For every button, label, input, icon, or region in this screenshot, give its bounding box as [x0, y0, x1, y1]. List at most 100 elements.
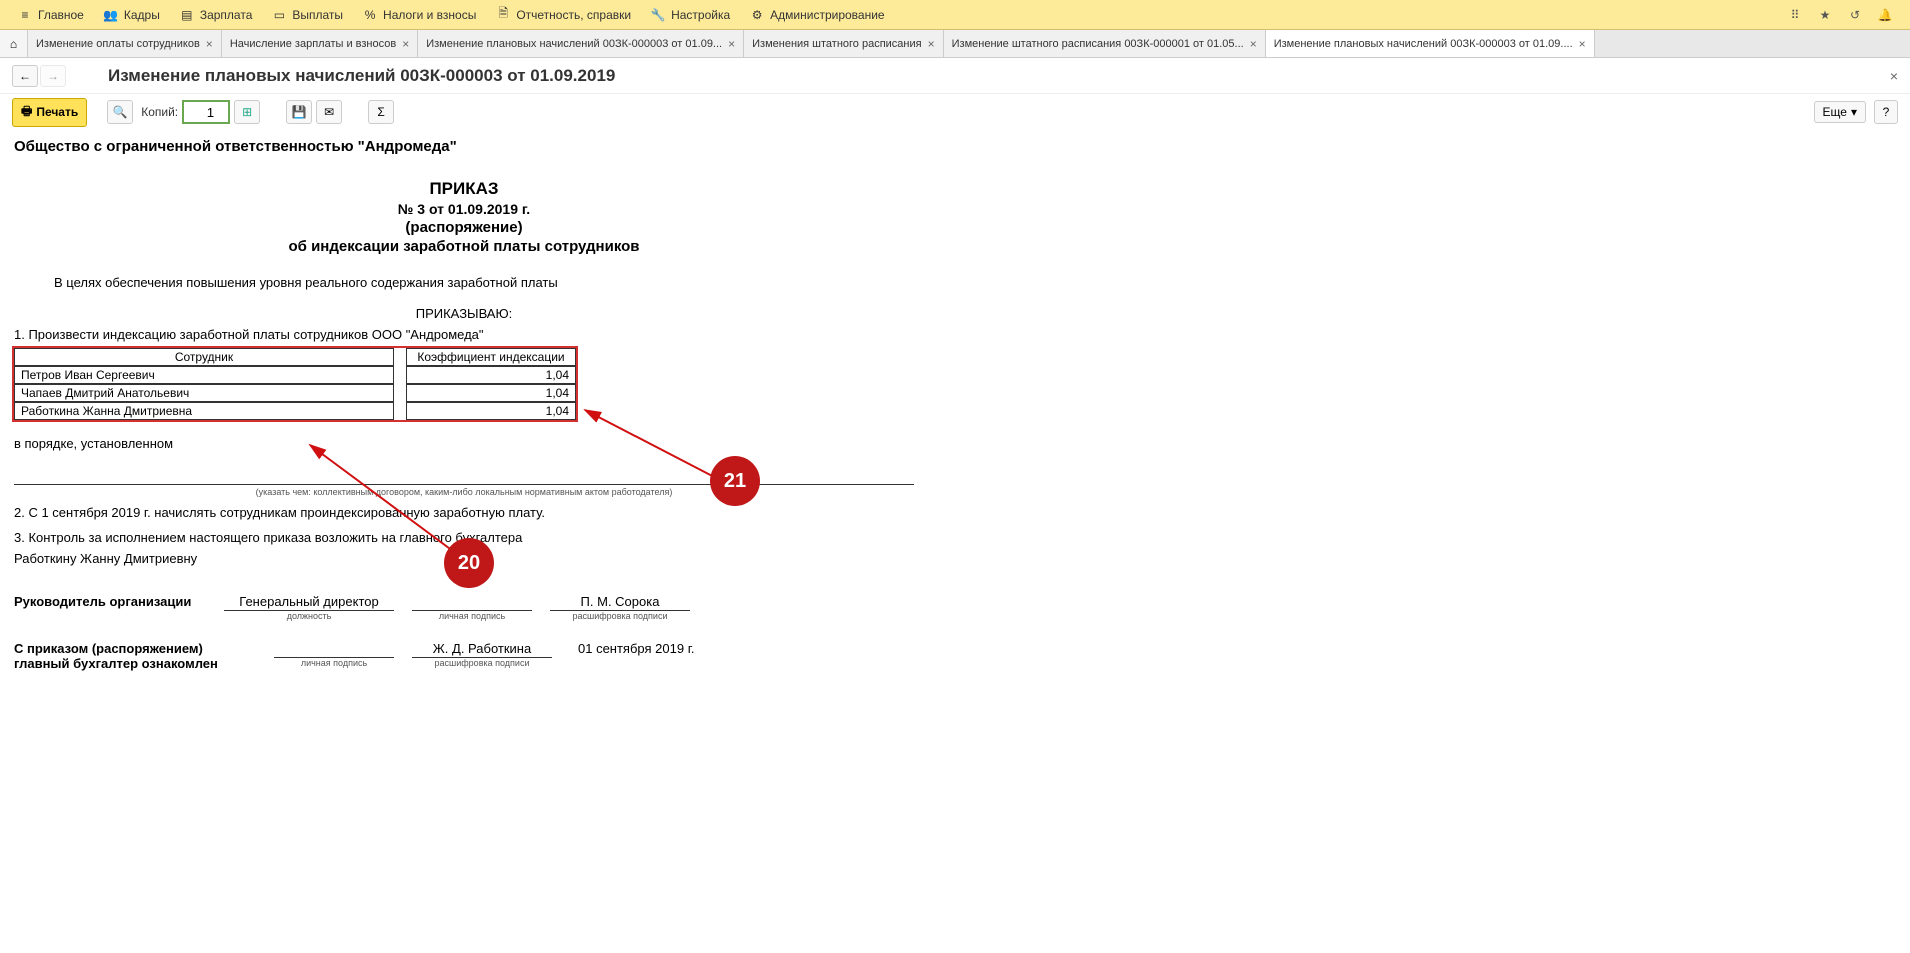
menu-salary[interactable]: ▤ Зарплата	[170, 4, 263, 26]
save-button[interactable]: 💾	[286, 100, 312, 124]
responsible-name: Работкину Жанну Дмитриевну	[14, 551, 914, 566]
more-label: Еще	[1823, 105, 1847, 119]
order-sub: (распоряжение)	[14, 219, 914, 236]
menu-admin-label: Администрирование	[770, 8, 884, 22]
tab-3[interactable]: Изменения штатного расписания×	[744, 30, 944, 57]
tab-0[interactable]: Изменение оплаты сотрудников ×	[28, 30, 222, 57]
order-header: ПРИКАЗ № 3 от 01.09.2019 г. (распоряжени…	[14, 179, 914, 255]
sig-head-sign	[412, 594, 532, 611]
order-item-2: 2. С 1 сентября 2019 г. начислять сотруд…	[14, 505, 914, 520]
menu-payments[interactable]: ▭ Выплаты	[262, 4, 353, 26]
close-page[interactable]: ×	[1890, 68, 1898, 84]
cell-coef: 1,04	[406, 402, 576, 420]
wallet-icon: ▭	[272, 8, 286, 22]
menu-staff[interactable]: 👥Кадры	[94, 4, 170, 26]
signature-ack: С приказом (распоряжением) главный бухга…	[14, 641, 914, 671]
menu-admin[interactable]: ⚙ Администрирование	[740, 4, 894, 26]
close-icon[interactable]: ×	[928, 37, 935, 51]
sig-head-label: Руководитель организации	[14, 594, 224, 609]
bell-icon[interactable]: 🔔	[1876, 6, 1894, 24]
sig-name-hint2: расшифровка подписи	[412, 658, 552, 668]
sig-ack-label1: С приказом (распоряжением)	[14, 641, 274, 656]
toolbar: 🖶Печать 🔍 Копий: ⊞ 💾 ✉ Σ Еще ▾ ?	[0, 94, 1910, 130]
home-icon: ⌂	[10, 37, 17, 51]
close-icon[interactable]: ×	[1579, 37, 1586, 51]
list-icon: ▤	[180, 8, 194, 22]
close-icon[interactable]: ×	[402, 37, 409, 51]
table-row: Чапаев Дмитрий Анатольевич 1,04	[14, 384, 576, 402]
export-button[interactable]: ⊞	[234, 100, 260, 124]
sig-ack-label2: главный бухгалтер ознакомлен	[14, 656, 274, 671]
close-icon[interactable]: ×	[1250, 37, 1257, 51]
gear-icon: ⚙	[750, 8, 764, 22]
right-icons: ⠿ ★ ↺ 🔔	[1786, 6, 1902, 24]
sig-head-pos: Генеральный директор	[224, 594, 394, 611]
order-word: ПРИКАЗ	[14, 179, 914, 199]
print-button[interactable]: 🖶Печать	[12, 98, 87, 127]
menu-taxes[interactable]: %Налоги и взносы	[353, 4, 486, 26]
close-icon[interactable]: ×	[206, 37, 213, 51]
save-icon: 💾	[292, 105, 307, 119]
menu-lines-icon: ≡	[18, 8, 32, 22]
menu-reports-label: Отчетность, справки	[516, 8, 631, 22]
sig-head-name: П. М. Сорока	[550, 594, 690, 611]
in-order: в порядке, установленном	[14, 436, 914, 451]
wrench-icon: 🔧	[651, 8, 665, 22]
order-verb: ПРИКАЗЫВАЮ:	[14, 306, 914, 321]
cell-coef: 1,04	[406, 384, 576, 402]
tab-5[interactable]: Изменение плановых начислений 00ЗК-00000…	[1266, 30, 1595, 57]
copies-label: Копий:	[141, 105, 178, 119]
sig-sign-hint2: личная подпись	[274, 658, 394, 668]
sig-ack-sign	[274, 641, 394, 658]
menu-reports[interactable]: 🗎 Отчетность, справки	[486, 4, 641, 26]
tab-1[interactable]: Начисление зарплаты и взносов ×	[222, 30, 418, 57]
export-icon: ⊞	[242, 105, 252, 119]
table-row: Работкина Жанна Дмитриевна 1,04	[14, 402, 576, 420]
tab-5-label: Изменение плановых начислений 00ЗК-00000…	[1274, 38, 1573, 50]
order-item-1: 1. Произвести индексацию заработной плат…	[14, 327, 914, 342]
order-item-3: 3. Контроль за исполнением настоящего пр…	[14, 530, 914, 545]
sig-ack-name: Ж. Д. Работкина	[412, 641, 552, 658]
main-menu: ≡Главное 👥Кадры ▤ Зарплата ▭ Выплаты %Нало…	[0, 0, 1910, 30]
more-button[interactable]: Еще ▾	[1814, 101, 1866, 123]
apps-icon[interactable]: ⠿	[1786, 6, 1804, 24]
mail-button[interactable]: ✉	[316, 100, 342, 124]
tab-4[interactable]: Изменение штатного расписания 00ЗК-00000…	[944, 30, 1266, 57]
history-icon[interactable]: ↺	[1846, 6, 1864, 24]
tab-1-label: Начисление зарплаты и взносов	[230, 38, 396, 50]
index-table: Сотрудник Коэффициент индексации Петров …	[14, 348, 576, 420]
sigma-icon: Σ	[377, 105, 384, 119]
tab-2[interactable]: Изменение плановых начислений 00ЗК-00000…	[418, 30, 744, 57]
doc-icon: 🗎	[496, 8, 510, 22]
menu-salary-label: Зарплата	[200, 8, 253, 22]
help-button[interactable]: ?	[1874, 100, 1898, 124]
chevron-down-icon: ▾	[1851, 105, 1857, 119]
sig-name-hint: расшифровка подписи	[550, 611, 690, 621]
close-icon[interactable]: ×	[728, 37, 735, 51]
preview-button[interactable]: 🔍	[107, 100, 133, 124]
signature-head: Руководитель организации Генеральный дир…	[14, 594, 914, 621]
menu-settings[interactable]: 🔧 Настройка	[641, 4, 740, 26]
tab-2-label: Изменение плановых начислений 00ЗК-00000…	[426, 38, 722, 50]
menu-taxes-label: Налоги и взносы	[383, 8, 476, 22]
doc-container[interactable]: Общество с ограниченной ответственностью…	[0, 130, 1910, 953]
nav-forward[interactable]: →	[40, 65, 66, 87]
people-icon: 👥	[104, 8, 118, 22]
nav-row: ← → Изменение плановых начислений 00ЗК-0…	[0, 58, 1910, 94]
menu-main[interactable]: ≡Главное	[8, 4, 94, 26]
magnifier-icon: 🔍	[113, 105, 128, 119]
nav-back[interactable]: ←	[12, 65, 38, 87]
copies-input[interactable]	[182, 100, 230, 124]
tab-4-label: Изменение штатного расписания 00ЗК-00000…	[952, 38, 1244, 50]
tab-bar: ⌂ Изменение оплаты сотрудников × Начислен…	[0, 30, 1910, 58]
star-icon[interactable]: ★	[1816, 6, 1834, 24]
menu-payments-label: Выплаты	[292, 8, 343, 22]
tab-0-label: Изменение оплаты сотрудников	[36, 38, 200, 50]
order-subject: об индексации заработной платы сотрудник…	[14, 238, 914, 255]
home-tab[interactable]: ⌂	[0, 30, 28, 57]
sum-button[interactable]: Σ	[368, 100, 394, 124]
table-row: Петров Иван Сергеевич 1,04	[14, 366, 576, 384]
menu-settings-label: Настройка	[671, 8, 730, 22]
org-name: Общество с ограниченной ответственностью…	[14, 138, 914, 155]
print-label: Печать	[36, 105, 78, 119]
